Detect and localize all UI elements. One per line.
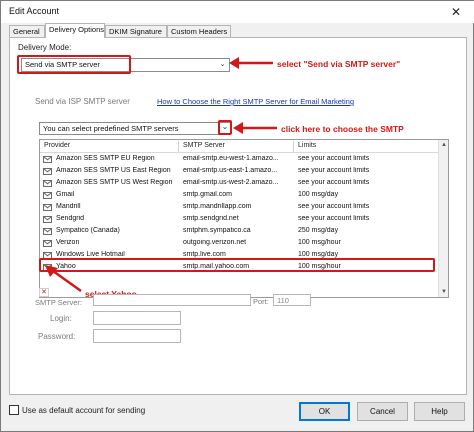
provider-name-cell: Amazon SES SMTP US East Region	[56, 167, 171, 174]
table-row[interactable]: Amazon SES SMTP US East Region email-smtp…	[40, 166, 438, 178]
mail-icon	[43, 192, 52, 199]
provider-name-cell: Verizon	[56, 239, 80, 246]
annotation-select-mode: select "Send via SMTP server"	[277, 59, 401, 69]
predefined-smtp-value: You can select predefined SMTP servers	[43, 124, 179, 133]
smtp-server-cell: smtphm.sympatico.ca	[183, 227, 251, 234]
limits-cell: 250 msg/day	[298, 227, 339, 234]
default-account-checkbox[interactable]	[9, 405, 19, 415]
smtp-server-cell: smtp.live.com	[183, 251, 226, 258]
limits-cell: see your account limits	[298, 179, 370, 186]
port-input[interactable]: 110	[273, 294, 311, 306]
login-label: Login:	[50, 314, 72, 323]
mail-icon	[43, 168, 52, 175]
provider-name-cell: Amazon SES SMTP EU Region	[56, 155, 155, 162]
provider-name-cell: Gmail	[56, 191, 75, 198]
limits-cell: 100 msg/day	[298, 191, 339, 198]
mail-icon	[43, 156, 52, 163]
mail-icon	[43, 216, 52, 223]
limits-cell: see your account limits	[298, 155, 370, 162]
smtp-section-heading: Send via ISP SMTP server	[35, 97, 130, 106]
provider-name-cell: Sendgrid	[56, 215, 85, 222]
limits-cell: see your account limits	[298, 167, 370, 174]
password-input[interactable]	[93, 329, 181, 343]
delivery-mode-highlight	[17, 55, 131, 74]
smtp-help-link[interactable]: How to Choose the Right SMTP Server for …	[157, 97, 354, 106]
table-row[interactable]: Verizon outgoing.verizon.net 100 msg/hour	[40, 238, 438, 250]
limits-cell: 100 msg/day	[298, 251, 339, 258]
tab-delivery-options[interactable]: Delivery Options	[45, 23, 105, 38]
scroll-up-icon[interactable]: ▲	[439, 140, 448, 150]
limits-cell: see your account limits	[298, 215, 370, 222]
help-button[interactable]: Help	[414, 402, 465, 421]
cancel-button[interactable]: Cancel	[357, 402, 408, 421]
mail-icon	[43, 180, 52, 187]
smtp-server-input[interactable]	[93, 294, 251, 306]
title-bar: Edit Account ✕	[1, 1, 474, 23]
smtp-server-cell: smtp.mandrillapp.com	[183, 203, 252, 210]
window-title: Edit Account	[9, 6, 60, 16]
provider-list-header: Provider SMTP Server Limits	[40, 140, 448, 153]
default-account-label: Use as default account for sending	[22, 406, 146, 415]
provider-name-cell: Amazon SES SMTP US West Region	[56, 179, 173, 186]
column-provider[interactable]: Provider	[44, 142, 70, 149]
smtp-server-cell: smtp.sendgrid.net	[183, 215, 239, 222]
chevron-down-icon[interactable]: ⌄	[220, 121, 230, 133]
arrow-left-icon	[229, 57, 273, 69]
provider-name-cell: Windows Live Hotmail	[56, 251, 125, 258]
provider-name-cell: Mandrill	[56, 203, 81, 210]
table-row[interactable]: Mandrill smtp.mandrillapp.com see your acc…	[40, 202, 438, 214]
login-input[interactable]	[93, 311, 181, 325]
scroll-down-icon[interactable]: ▼	[439, 287, 448, 297]
column-limits[interactable]: Limits	[298, 142, 316, 149]
port-label: Port:	[253, 297, 269, 306]
arrow-up-left-icon	[45, 265, 82, 293]
smtp-server-cell: email-smtp.eu-west-1.amazo...	[183, 155, 279, 162]
ok-button[interactable]: OK	[299, 402, 350, 421]
table-row[interactable]: Amazon SES SMTP US West Region email-smtp…	[40, 178, 438, 190]
table-row[interactable]: Gmail smtp.gmail.com 100 msg/day	[40, 190, 438, 202]
delivery-mode-label: Delivery Mode:	[18, 43, 72, 52]
column-divider	[178, 141, 179, 152]
password-label: Password:	[38, 332, 76, 341]
annotation-choose-smtp: click here to choose the SMTP	[281, 124, 404, 134]
arrow-left-icon	[233, 122, 277, 134]
provider-list-scrollbar[interactable]: ▲ ▼	[438, 140, 448, 297]
mail-icon	[43, 228, 52, 235]
yahoo-row-highlight	[39, 258, 435, 272]
predefined-smtp-select[interactable]: You can select predefined SMTP servers	[39, 122, 231, 135]
column-divider	[293, 141, 294, 152]
smtp-server-cell: email-smtp.us-east-1.amazo...	[183, 167, 278, 174]
mail-icon	[43, 204, 52, 211]
provider-name-cell: Sympatico (Canada)	[56, 227, 120, 234]
smtp-server-cell: email-smtp.us-west-2.amazo...	[183, 179, 279, 186]
mail-icon	[43, 240, 52, 247]
delete-icon[interactable]: ✕	[39, 288, 49, 297]
edit-account-window: Edit Account ✕ General Delivery Options …	[0, 0, 474, 432]
port-value: 110	[277, 296, 289, 305]
close-icon[interactable]: ✕	[441, 4, 471, 20]
smtp-server-cell: outgoing.verizon.net	[183, 239, 247, 246]
smtp-server-label: SMTP Server:	[35, 298, 82, 307]
table-row[interactable]: Sympatico (Canada) smtphm.sympatico.ca 250…	[40, 226, 438, 238]
table-row[interactable]: Amazon SES SMTP EU Region email-smtp.eu-w…	[40, 154, 438, 166]
table-row[interactable]: Sendgrid smtp.sendgrid.net see your accoun…	[40, 214, 438, 226]
smtp-provider-list: Provider SMTP Server Limits Amazon SES S…	[39, 139, 449, 298]
smtp-server-cell: smtp.gmail.com	[183, 191, 233, 198]
limits-cell: see your account limits	[298, 203, 370, 210]
limits-cell: 100 msg/hour	[298, 239, 341, 246]
column-smtp-server[interactable]: SMTP Server	[183, 142, 225, 149]
